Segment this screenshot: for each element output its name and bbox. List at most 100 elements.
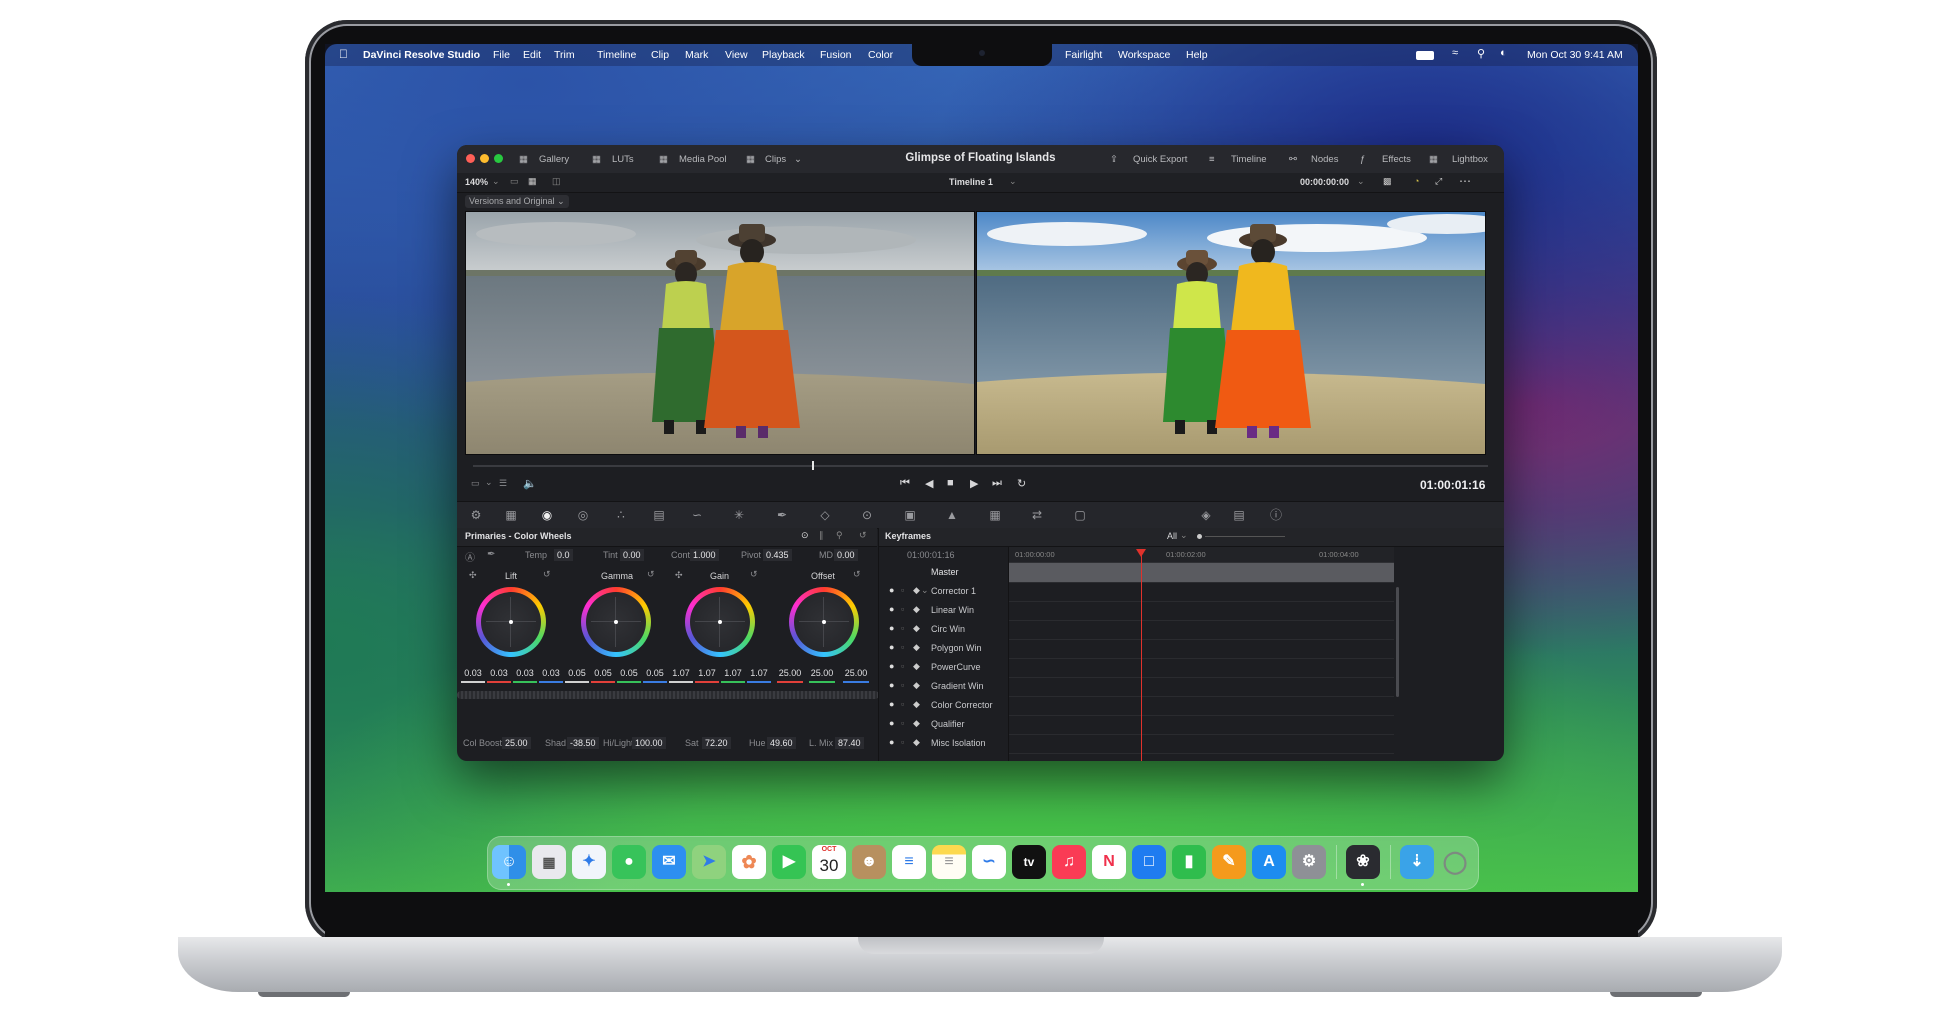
timeline-icon[interactable]: ≡: [1209, 154, 1215, 165]
gamma-r-value[interactable]: 0.05: [591, 667, 615, 679]
kf-track[interactable]: [1009, 696, 1394, 716]
menu-trim[interactable]: Trim: [554, 49, 575, 61]
gain-b-value[interactable]: 1.07: [747, 667, 771, 679]
chevron-down-icon[interactable]: ⌄: [1180, 530, 1188, 541]
kf-track[interactable]: [1009, 715, 1394, 735]
menu-help[interactable]: Help: [1186, 49, 1208, 61]
wifi-icon[interactable]: ≈: [1452, 47, 1458, 59]
list-item[interactable]: ● ▫ ◆ PowerCurve: [879, 658, 1009, 677]
timeline-selector[interactable]: Timeline 1: [949, 177, 993, 187]
control-center-icon[interactable]: ◐: [1500, 47, 1507, 59]
tab-quick-export[interactable]: Quick Export: [1133, 154, 1187, 165]
menu-playback[interactable]: Playback: [762, 49, 805, 61]
gamma-master-slider[interactable]: [561, 691, 671, 699]
keyframes-zoom-slider[interactable]: [1205, 536, 1285, 537]
offset-master-slider[interactable]: [769, 691, 879, 699]
skip-forward-icon[interactable]: ⏭: [992, 477, 1002, 490]
list-item[interactable]: ● ▫ ◆ Misc Isolation: [879, 734, 1009, 753]
viewer-graded[interactable]: [976, 211, 1486, 455]
camera-raw-icon[interactable]: ⚙: [469, 508, 483, 522]
gain-r-value[interactable]: 1.07: [695, 667, 719, 679]
safari-icon[interactable]: ✦: [572, 845, 606, 879]
kf-track[interactable]: [1009, 620, 1394, 640]
quick-export-icon[interactable]: ⇪: [1110, 154, 1118, 165]
color-wheels-icon[interactable]: ◉: [540, 508, 554, 522]
gamma-reset-icon[interactable]: ↺: [647, 569, 655, 580]
loop-icon[interactable]: ↻: [1017, 477, 1026, 490]
app-store-icon[interactable]: A: [1252, 845, 1286, 879]
tv-icon[interactable]: tv: [1012, 845, 1046, 879]
zoom-level[interactable]: 140%: [465, 177, 488, 187]
kf-playhead-marker[interactable]: [1136, 549, 1146, 557]
timecode-field[interactable]: 00:00:00:00: [1300, 177, 1349, 187]
gamma-y-value[interactable]: 0.05: [565, 667, 589, 679]
list-item[interactable]: ● ▫ ◆ ⌄ Corrector 1: [879, 582, 1009, 601]
magic-mask-icon[interactable]: ▣: [903, 508, 917, 522]
chevron-down-icon[interactable]: ⌄: [485, 477, 493, 488]
reverse-play-icon[interactable]: ◀: [925, 477, 933, 490]
rgb-mixer-icon[interactable]: ∴: [614, 508, 628, 522]
apple-icon[interactable]: : [339, 47, 348, 61]
bars-mode-icon[interactable]: ∥: [819, 530, 824, 541]
keynote-icon[interactable]: □: [1132, 845, 1166, 879]
kf-track[interactable]: [1009, 582, 1394, 602]
info-icon[interactable]: ⓘ: [1269, 508, 1283, 522]
tracker-icon[interactable]: ⊙: [860, 508, 874, 522]
window-icon[interactable]: ◇: [818, 508, 832, 522]
list-item[interactable]: ● ▫ ◆ Color Corrector: [879, 696, 1009, 715]
freeform-icon[interactable]: ∽: [972, 845, 1006, 879]
menu-clip[interactable]: Clip: [651, 49, 669, 61]
color-warper-icon[interactable]: ✳: [732, 508, 746, 522]
offset-b-value[interactable]: 25.00: [841, 667, 871, 679]
hdr-wheels-icon[interactable]: ◎: [576, 508, 590, 522]
motion-effects-icon[interactable]: ▤: [652, 508, 666, 522]
facetime-icon[interactable]: ▶: [772, 845, 806, 879]
nodes-icon[interactable]: ⚯: [1289, 154, 1297, 165]
lift-master-slider[interactable]: [457, 691, 567, 699]
photos-icon[interactable]: ✿: [732, 845, 766, 879]
3d-icon[interactable]: ▢: [1073, 508, 1087, 522]
effects-icon[interactable]: ƒ: [1360, 154, 1365, 165]
tint-field[interactable]: 0.00: [620, 549, 644, 561]
lmix-field[interactable]: 87.40: [835, 737, 864, 749]
mail-icon[interactable]: ✉: [652, 845, 686, 879]
menu-file[interactable]: File: [493, 49, 510, 61]
lift-reset-icon[interactable]: ↺: [543, 569, 551, 580]
play-icon[interactable]: ▶: [970, 477, 978, 490]
kf-track[interactable]: [1009, 677, 1394, 697]
cont-field[interactable]: 1.000: [690, 549, 719, 561]
news-icon[interactable]: N: [1092, 845, 1126, 879]
maps-icon[interactable]: ➤: [692, 845, 726, 879]
calendar-icon[interactable]: OCT 30: [812, 845, 846, 879]
list-item[interactable]: ● ▫ ◆ Qualifier: [879, 715, 1009, 734]
search-icon[interactable]: ⚲: [1477, 47, 1485, 60]
gain-master-slider[interactable]: [665, 691, 775, 699]
auto-balance-icon[interactable]: Ⓐ: [465, 549, 475, 564]
key-icon[interactable]: ▦: [988, 508, 1002, 522]
lightbox-icon[interactable]: ▦: [1429, 154, 1438, 165]
chevron-down-icon[interactable]: ⌄: [1357, 176, 1365, 187]
eyedropper-icon[interactable]: ✒: [487, 549, 495, 560]
menu-view[interactable]: View: [725, 49, 748, 61]
temp-field[interactable]: 0.0: [554, 549, 573, 561]
lift-g-value[interactable]: 0.03: [513, 667, 537, 679]
gain-g-value[interactable]: 1.07: [721, 667, 745, 679]
kf-track[interactable]: [1009, 658, 1394, 678]
battery-icon[interactable]: [1416, 51, 1434, 60]
kf-track-master[interactable]: [1009, 563, 1394, 583]
viewer-mode-icon[interactable]: ▭: [471, 478, 480, 489]
menu-fusion[interactable]: Fusion: [820, 49, 852, 61]
offset-r-value[interactable]: 25.00: [775, 667, 805, 679]
menu-mark[interactable]: Mark: [685, 49, 708, 61]
lift-crosshair-icon[interactable]: ✣: [469, 570, 477, 581]
list-item[interactable]: Master: [879, 563, 1009, 582]
hue-field[interactable]: 49.60: [767, 737, 796, 749]
reset-icon[interactable]: ↺: [859, 530, 867, 541]
menu-clock[interactable]: Mon Oct 30 9:41 AM: [1527, 49, 1623, 61]
hilight-field[interactable]: 100.00: [632, 737, 666, 749]
pivot-field[interactable]: 0.435: [763, 549, 792, 561]
lift-r-value[interactable]: 0.03: [487, 667, 511, 679]
playhead-marker[interactable]: [812, 461, 814, 470]
system-settings-icon[interactable]: ⚙: [1292, 845, 1326, 879]
menu-edit[interactable]: Edit: [523, 49, 541, 61]
